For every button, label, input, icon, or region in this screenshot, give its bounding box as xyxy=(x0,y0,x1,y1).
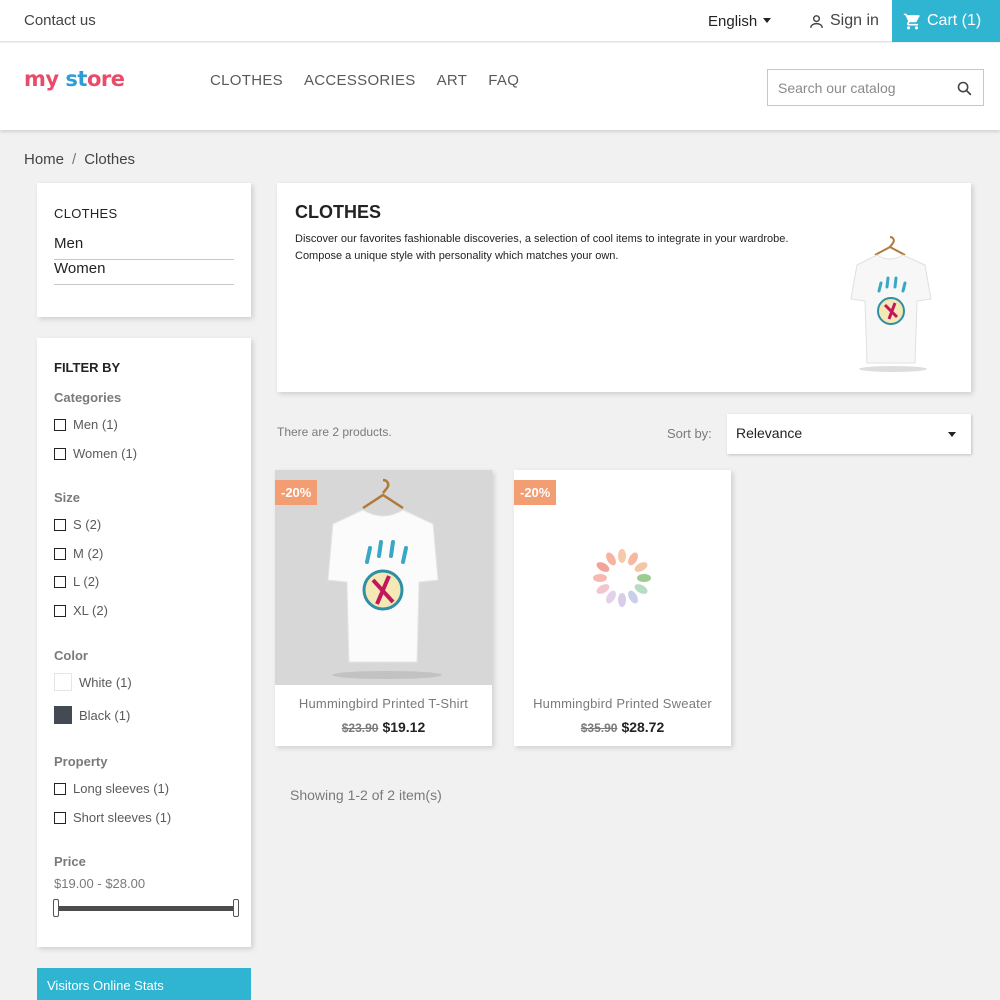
sort-select[interactable]: Relevance xyxy=(727,414,971,454)
discount-badge: -20% xyxy=(514,480,557,505)
category-tree: CLOTHES Men Women xyxy=(37,183,251,317)
filter-option-label: Black (1) xyxy=(79,707,131,723)
breadcrumb: Home / Clothes xyxy=(24,151,135,168)
regular-price: $35.90 xyxy=(580,721,618,735)
main-header: my store CLOTHES ACCESSORIES ART FAQ xyxy=(0,43,1000,130)
filter-option[interactable]: M (2) xyxy=(54,546,103,561)
filter-option[interactable]: White (1) xyxy=(54,673,132,691)
category-link-women[interactable]: Women xyxy=(54,260,234,285)
regular-price: $23.90 xyxy=(341,721,379,735)
checkbox[interactable] xyxy=(54,811,66,824)
filter-heading-price: Price xyxy=(54,854,86,869)
filter-option-label: S (2) xyxy=(73,517,102,532)
search-input[interactable] xyxy=(768,70,948,105)
filter-heading-size: Size xyxy=(54,490,81,505)
page-title: CLOTHES xyxy=(295,202,382,222)
price-slider-handle-min[interactable] xyxy=(53,899,59,917)
menu-item-accessories[interactable]: ACCESSORIES xyxy=(304,72,416,89)
description-line: Compose a unique style with personality … xyxy=(295,250,619,262)
cart-button[interactable]: Cart (1) xyxy=(892,0,1000,42)
description-line: Discover our favorites fashionable disco… xyxy=(295,233,789,245)
sort-select-value: Relevance xyxy=(736,425,803,441)
filter-option-label: Women (1) xyxy=(73,446,138,461)
caret-down-icon xyxy=(948,432,956,437)
filter-option-label: White (1) xyxy=(79,674,132,690)
filter-option-label: XL (2) xyxy=(73,603,108,618)
checkbox[interactable] xyxy=(54,518,66,531)
filter-option-label: L (2) xyxy=(73,574,100,589)
product-prices: $23.90 $19.12 xyxy=(275,719,492,735)
checkbox[interactable] xyxy=(54,447,66,460)
contact-us-link[interactable]: Contact us xyxy=(24,12,96,29)
menu-item-clothes[interactable]: CLOTHES xyxy=(210,72,283,89)
visitors-title: Visitors Online Stats xyxy=(47,978,164,993)
filter-option[interactable]: S (2) xyxy=(54,517,101,532)
checkbox[interactable] xyxy=(54,418,66,431)
product-card[interactable]: -20% Hummingbird Printed Sweater $35.90 $… xyxy=(514,470,731,746)
sale-price: $19.12 xyxy=(382,719,426,735)
filter-option[interactable]: Long sleeves (1) xyxy=(54,781,169,796)
sort-by-label: Sort by: xyxy=(667,426,712,441)
price-slider[interactable] xyxy=(53,899,239,917)
breadcrumb-current[interactable]: Clothes xyxy=(84,151,135,168)
category-description: CLOTHES Discover our favorites fashionab… xyxy=(277,183,971,392)
logo-part: my xyxy=(24,67,59,91)
breadcrumb-separator: / xyxy=(72,151,77,168)
language-label: English xyxy=(708,13,758,30)
top-nav: Contact us English Sign in Cart (1) xyxy=(0,0,1000,42)
menu-item-faq[interactable]: FAQ xyxy=(488,72,519,89)
filter-title: FILTER BY xyxy=(54,360,121,375)
filter-option[interactable]: Short sleeves (1) xyxy=(54,810,171,825)
filter-heading-property: Property xyxy=(54,754,108,769)
filter-option-label: Long sleeves (1) xyxy=(73,781,170,796)
visitors-online-stats: Visitors Online Stats xyxy=(37,968,251,1000)
logo-part: st xyxy=(65,67,87,91)
checkbox[interactable] xyxy=(54,604,66,617)
menu-item-art[interactable]: ART xyxy=(437,72,468,89)
search-icon[interactable] xyxy=(956,80,973,97)
checkbox[interactable] xyxy=(54,547,66,560)
user-icon xyxy=(810,14,823,28)
store-logo[interactable]: my store xyxy=(24,67,125,91)
product-count: There are 2 products. xyxy=(277,425,392,439)
product-name[interactable]: Hummingbird Printed T-Shirt xyxy=(275,696,492,711)
search-box xyxy=(767,69,984,106)
category-image-tshirt xyxy=(850,236,932,372)
category-tree-title[interactable]: CLOTHES xyxy=(54,206,118,221)
filter-option[interactable]: XL (2) xyxy=(54,603,108,618)
product-card[interactable]: -20% Hummingbird Printed T-Shirt $23.90 $… xyxy=(275,470,492,746)
category-description-text: Discover our favorites fashionable disco… xyxy=(295,231,815,265)
product-name[interactable]: Hummingbird Printed Sweater xyxy=(514,696,731,711)
filter-option[interactable]: Women (1) xyxy=(54,446,137,461)
checkbox[interactable] xyxy=(54,782,66,795)
pagination-summary: Showing 1-2 of 2 item(s) xyxy=(290,787,442,803)
breadcrumb-home[interactable]: Home xyxy=(24,151,64,168)
checkbox[interactable] xyxy=(54,575,66,588)
sign-in-label: Sign in xyxy=(830,12,879,29)
logo-part: ore xyxy=(86,67,125,91)
filter-option[interactable]: Men (1) xyxy=(54,417,118,432)
main-menu: CLOTHES ACCESSORIES ART FAQ xyxy=(210,72,519,89)
price-range-text: $19.00 - $28.00 xyxy=(54,876,146,891)
filter-option-label: M (2) xyxy=(73,546,104,561)
price-slider-handle-max[interactable] xyxy=(233,899,239,917)
color-swatch-white[interactable] xyxy=(54,673,72,691)
discount-badge: -20% xyxy=(275,480,318,505)
color-swatch-black[interactable] xyxy=(54,706,72,724)
sale-price: $28.72 xyxy=(621,719,665,735)
filter-panel: FILTER BY Categories Men (1) Women (1) S… xyxy=(37,338,251,947)
language-selector[interactable]: English xyxy=(708,13,772,30)
filter-option[interactable]: Black (1) xyxy=(54,706,130,724)
filter-option-label: Men (1) xyxy=(73,417,118,432)
sign-in-link[interactable]: Sign in xyxy=(808,12,879,30)
caret-down-icon xyxy=(763,17,772,23)
filter-heading-categories: Categories xyxy=(54,390,122,405)
cart-label: Cart (1) xyxy=(927,12,982,29)
filter-option[interactable]: L (2) xyxy=(54,574,99,589)
category-link-men[interactable]: Men xyxy=(54,235,234,260)
filter-heading-color: Color xyxy=(54,648,88,663)
product-prices: $35.90 $28.72 xyxy=(514,719,731,735)
filter-option-label: Short sleeves (1) xyxy=(73,810,172,825)
shopping-cart-icon xyxy=(903,13,920,29)
